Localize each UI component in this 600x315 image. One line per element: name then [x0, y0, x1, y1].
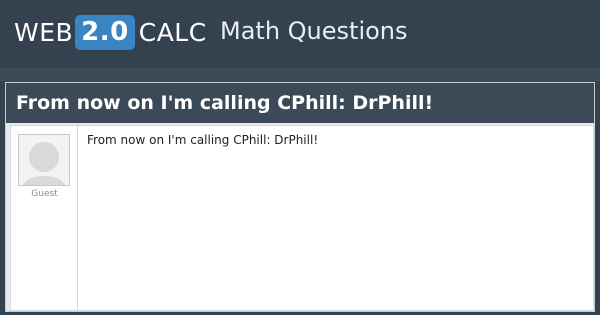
question-body: From now on I'm calling CPhill: DrPhill!: [87, 133, 319, 147]
author-column: Guest: [11, 126, 78, 310]
logo-version-badge: 2.0: [75, 14, 135, 50]
header-divider: [0, 68, 600, 82]
question-post: Guest From now on I'm calling CPhill: Dr…: [10, 125, 594, 311]
user-avatar-icon[interactable]: [18, 134, 70, 186]
logo-prefix: WEB: [14, 17, 74, 47]
question-title: From now on I'm calling CPhill: DrPhill!: [6, 83, 594, 123]
logo-suffix: CALC: [138, 17, 207, 47]
site-header: WEB 2.0 CALC Math Questions: [0, 0, 600, 68]
site-logo[interactable]: WEB 2.0 CALC: [14, 14, 207, 50]
question-panel: From now on I'm calling CPhill: DrPhill!…: [5, 82, 595, 312]
site-title-link[interactable]: Math Questions: [220, 17, 408, 45]
author-name[interactable]: Guest: [11, 189, 78, 199]
